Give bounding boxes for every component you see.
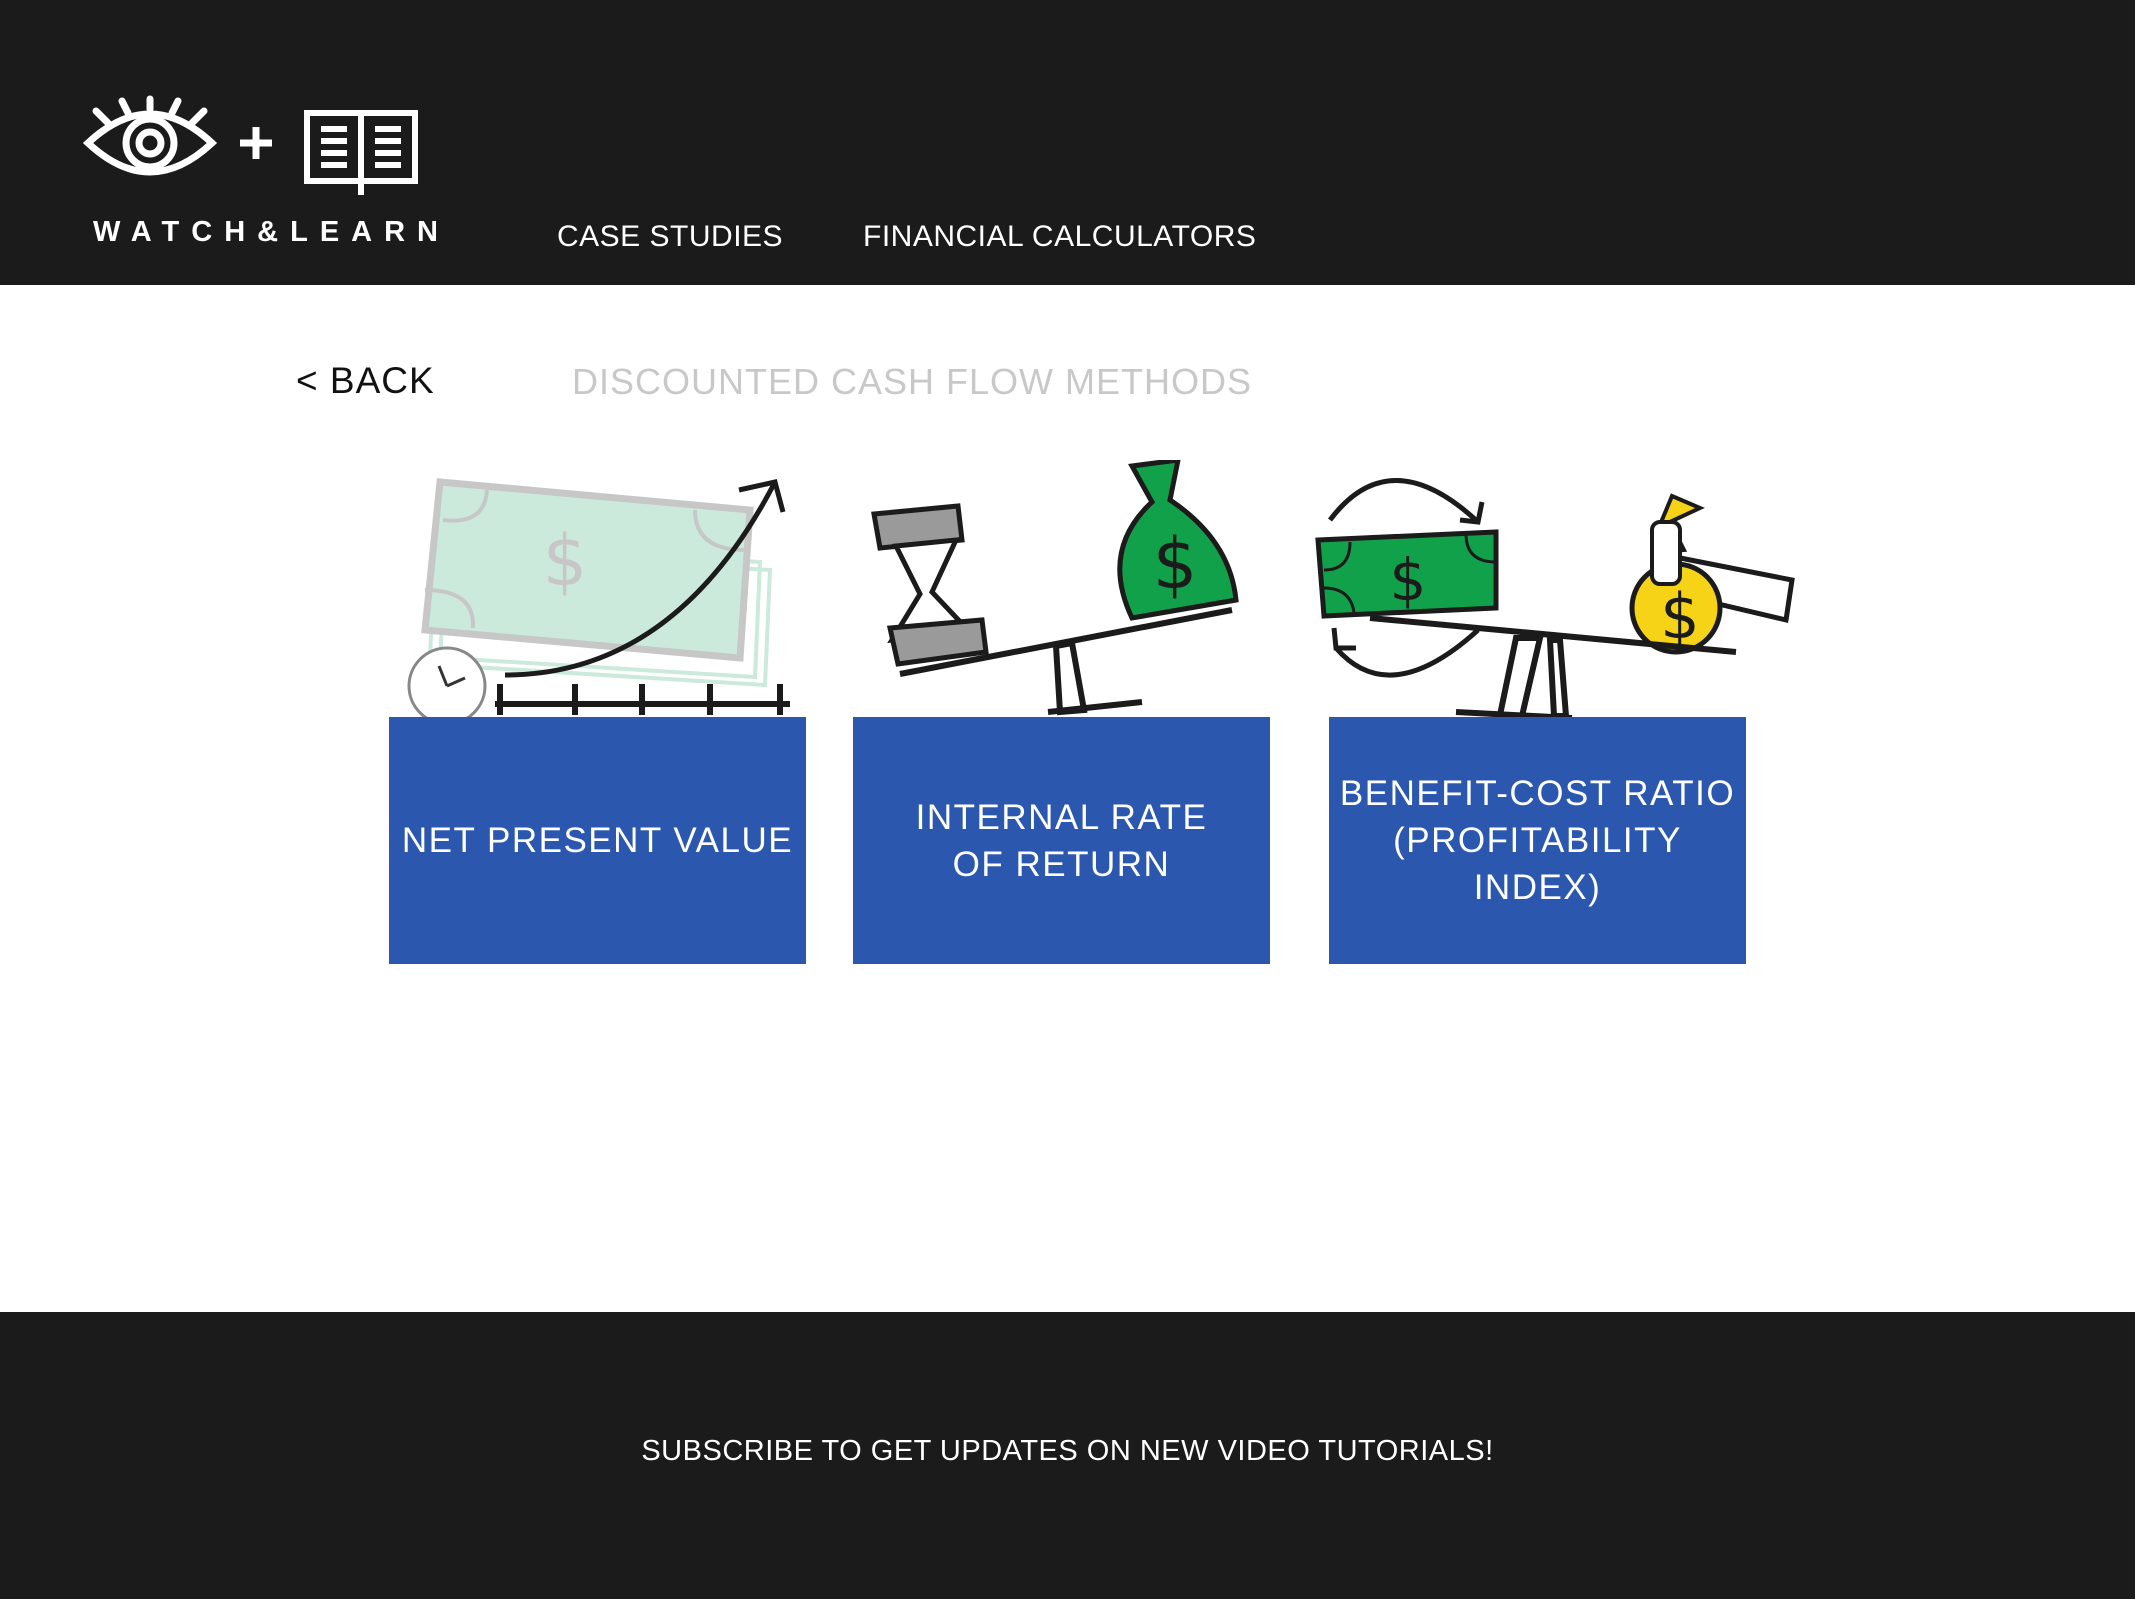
card-label-line1: NET PRESENT VALUE	[401, 821, 794, 860]
card-label-line1: INTERNAL RATE	[915, 797, 1208, 837]
banknote-icon: $	[1315, 529, 1499, 619]
irr-illustration: $	[870, 457, 1250, 720]
card-net-present-value[interactable]: NET PRESENT VALUE	[389, 717, 806, 964]
card-label: INTERNAL RATE OF RETURN	[916, 794, 1208, 888]
bcr-illustration: $ $	[1310, 470, 1810, 721]
card-label: NET PRESENT VALUE	[402, 817, 793, 864]
clock-icon	[407, 646, 487, 726]
book-icon	[304, 110, 418, 195]
svg-text:$: $	[1660, 580, 1699, 653]
card-label-line2: (PROFITABILITY INDEX)	[1393, 821, 1682, 907]
subscribe-link[interactable]: SUBSCRIBE TO GET UPDATES ON NEW VIDEO TU…	[0, 1435, 2135, 1468]
plus-icon	[240, 127, 272, 159]
eye-icon	[82, 95, 218, 176]
svg-text:$: $	[543, 520, 588, 602]
nav-financial-calculators[interactable]: FINANCIAL CALCULATORS	[863, 220, 1256, 254]
site-header: WATCH&LEARN CASE STUDIES FINANCIAL CALCU…	[0, 0, 2135, 285]
banknote-icon: $	[421, 478, 773, 688]
money-bag-icon: $	[1117, 457, 1239, 621]
timeline-icon	[495, 684, 790, 715]
card-label: BENEFIT-COST RATIO (PROFITABILITY INDEX)	[1329, 770, 1746, 911]
svg-text:$: $	[1153, 523, 1198, 605]
page-title: DISCOUNTED CASH FLOW METHODS	[572, 361, 1253, 402]
card-label-line1: BENEFIT-COST RATIO	[1339, 774, 1736, 813]
card-label-line2: OF RETURN	[952, 844, 1171, 884]
card-internal-rate-of-return[interactable]: INTERNAL RATE OF RETURN	[853, 717, 1270, 964]
npv-illustration: $	[395, 470, 795, 726]
nav-case-studies[interactable]: CASE STUDIES	[557, 220, 783, 254]
hand-money-bag-icon: $	[1629, 493, 1795, 655]
card-benefit-cost-ratio[interactable]: BENEFIT-COST RATIO (PROFITABILITY INDEX)	[1329, 717, 1746, 964]
hourglass-icon	[871, 503, 989, 667]
back-link[interactable]: < BACK	[296, 360, 435, 402]
brand-name: WATCH&LEARN	[93, 216, 450, 248]
svg-text:$: $	[1390, 546, 1427, 614]
